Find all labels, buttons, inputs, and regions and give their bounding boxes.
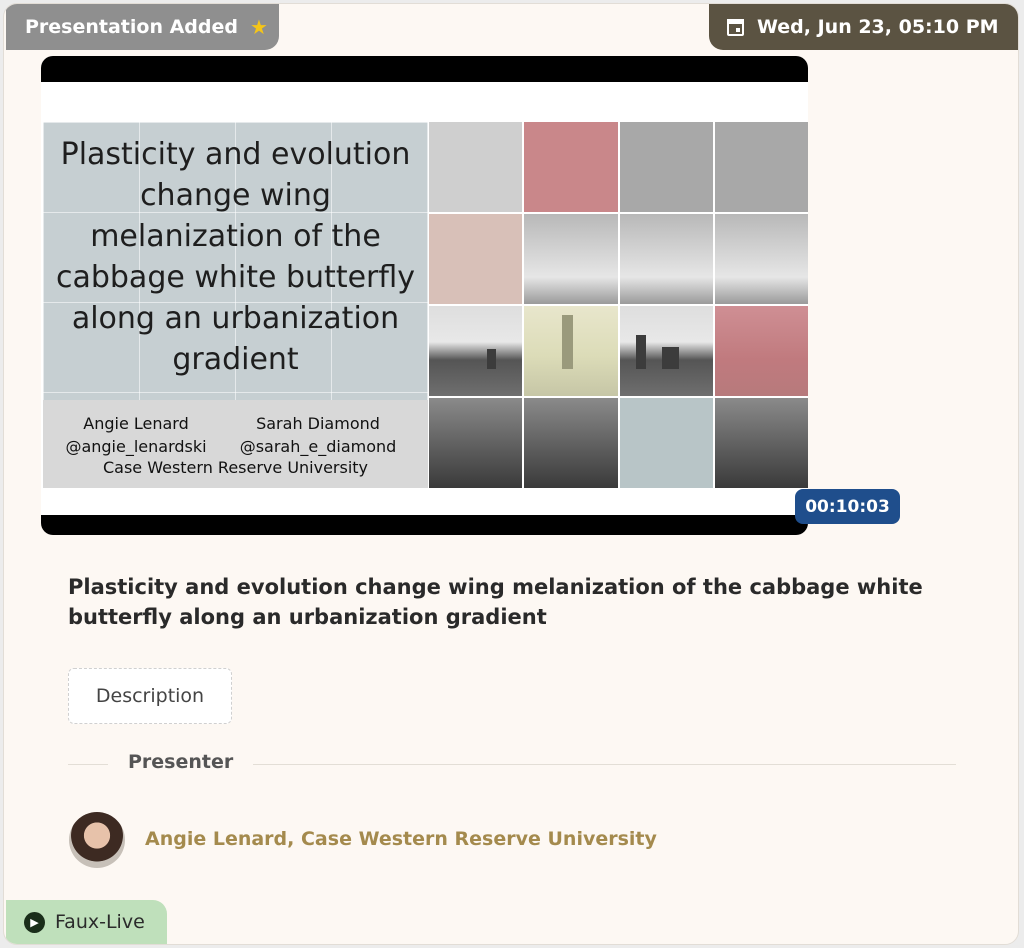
presentation-card: Presentation Added ★ Wed, Jun 23, 05:10 … (3, 3, 1019, 945)
presentation-added-label: Presentation Added (25, 16, 238, 38)
video-slide: Plasticity and evolution change wing mel… (41, 82, 808, 515)
skyline-building (636, 334, 646, 369)
presentation-added-tag: Presentation Added ★ (6, 4, 279, 50)
video-duration-badge: 00:10:03 (795, 489, 900, 524)
slide-author-2-name: Sarah Diamond (256, 414, 380, 433)
video-player[interactable]: Plasticity and evolution change wing mel… (41, 56, 808, 535)
slide-author-1-handle: @angie_lenardski (65, 437, 207, 456)
photo-tile (619, 122, 713, 212)
slide-photo-grid (429, 122, 808, 488)
faux-live-badge: ▶ Faux-Live (6, 900, 167, 944)
presenter-heading: Presenter (108, 751, 254, 773)
play-circle-icon: ▶ (24, 911, 45, 933)
slide-title: Plasticity and evolution change wing mel… (55, 137, 416, 377)
photo-tile (714, 214, 808, 304)
photo-tile (429, 214, 523, 304)
photo-tile (524, 122, 618, 212)
photo-tile (619, 398, 713, 488)
date-tag: Wed, Jun 23, 05:10 PM (709, 4, 1018, 50)
photo-tile (429, 306, 523, 396)
slide-author-1: Angie Lenard @angie_lenardski (51, 412, 221, 458)
slide-authors: Angie Lenard @angie_lenardski Sarah Diam… (43, 400, 428, 488)
photo-tile (714, 306, 808, 396)
skyline-building (561, 315, 573, 369)
date-text: Wed, Jun 23, 05:10 PM (757, 16, 999, 38)
slide-title-panel: Plasticity and evolution change wing mel… (43, 122, 428, 488)
photo-tile (714, 122, 808, 212)
photo-tile (619, 306, 713, 396)
slide-author-2-handle: @sarah_e_diamond (239, 437, 397, 456)
star-icon[interactable]: ★ (250, 15, 268, 39)
photo-tile (714, 398, 808, 488)
slide-university: Case Western Reserve University (102, 458, 369, 477)
presenter-name-link[interactable]: Angie Lenard, Case Western Reserve Unive… (145, 828, 657, 850)
presentation-title: Plasticity and evolution change wing mel… (68, 575, 923, 629)
slide-author-1-name: Angie Lenard (83, 414, 189, 433)
avatar (69, 812, 125, 868)
faux-live-label: Faux-Live (55, 911, 145, 933)
photo-tile (619, 214, 713, 304)
photo-tile (524, 398, 618, 488)
calendar-icon (727, 18, 744, 36)
slide-author-2: Sarah Diamond @sarah_e_diamond (233, 412, 403, 458)
photo-tile (524, 306, 618, 396)
photo-tile (524, 214, 618, 304)
skyline-building (662, 347, 680, 369)
photo-tile (429, 122, 523, 212)
skyline-building (486, 349, 497, 369)
photo-tile (429, 398, 523, 488)
description-button[interactable]: Description (68, 668, 232, 724)
